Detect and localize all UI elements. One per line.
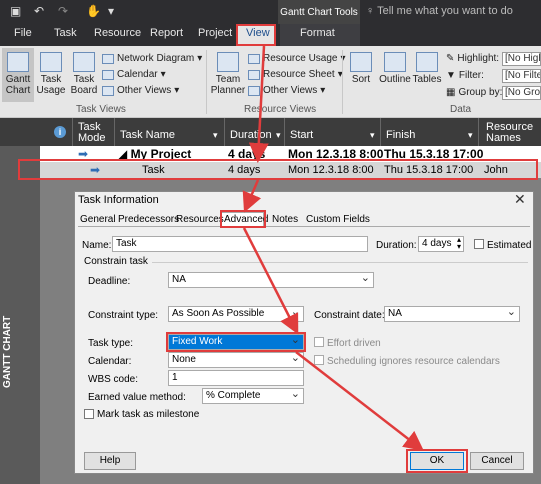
arrow-task-type-to-ok — [295, 351, 424, 452]
arrow-row-to-advanced — [242, 179, 262, 213]
annotation-arrows — [242, 45, 424, 452]
arrow-view-to-row — [248, 45, 269, 163]
arrow-advanced-to-task-type — [242, 227, 299, 335]
